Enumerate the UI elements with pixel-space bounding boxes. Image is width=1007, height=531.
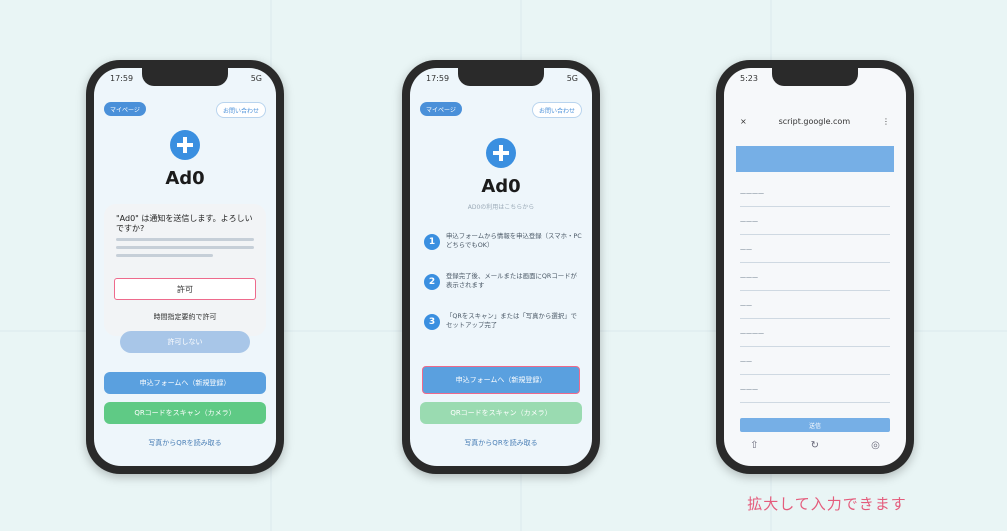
form-button[interactable]: 申込フォームへ（新規登録） <box>104 372 266 394</box>
share-icon[interactable]: ⇧ <box>750 440 758 456</box>
dialog-message <box>116 238 254 272</box>
status-time: 17:59 <box>426 74 450 83</box>
field-label: —— <box>740 246 752 253</box>
mypage-button[interactable]: マイページ <box>420 102 462 116</box>
allow-button[interactable]: 許可 <box>114 278 256 300</box>
step-text: 登録完了後、メールまたは画面にQRコードが表示されます <box>446 272 577 290</box>
app-plus-icon <box>486 138 516 168</box>
step-number: 3 <box>424 314 440 330</box>
form-field[interactable] <box>740 262 890 263</box>
step-number: 2 <box>424 274 440 290</box>
zoom-caption: 拡大して入力できます <box>747 495 907 513</box>
browser-toolbar: ⇧ ↻ ◎ <box>724 440 906 456</box>
phone-notch <box>772 68 858 86</box>
phone-notch <box>142 68 228 86</box>
contact-button[interactable]: お問い合わせ <box>215 102 266 118</box>
browser-header: × script.google.com ⋮ <box>724 108 906 134</box>
field-label: ———— <box>740 330 764 337</box>
step-3: 3 「QRをスキャン」または「写真から選択」でセットアップ完了 <box>424 308 582 356</box>
form-field[interactable] <box>740 234 890 235</box>
url-label: script.google.com <box>778 116 851 126</box>
phone-app-home: 17:59 5G マイページ お問い合わせ Ad0 AD0の利用はこちらから 1… <box>402 60 600 474</box>
phone-notch <box>458 68 544 86</box>
phone-screen: 17:59 5G マイページ お問い合わせ Ad0 AD0の利用はこちらから 1… <box>410 68 592 466</box>
dialog-title: "Ad0" は通知を送信します。よろしいですか? <box>116 214 253 234</box>
photo-qr-link[interactable]: 写真からQRを読み取る <box>94 438 276 448</box>
step-text: 申込フォームから情報を申込登録（スマホ・PCどちらでもOK） <box>446 232 582 250</box>
status-time: 5:23 <box>740 74 758 83</box>
form-field[interactable] <box>740 290 890 291</box>
submit-button[interactable]: 送信 <box>740 418 890 432</box>
app-name: Ad0 <box>165 168 205 189</box>
scan-qr-button[interactable]: QRコードをスキャン（カメラ） <box>104 402 266 424</box>
status-time: 17:59 <box>110 74 134 83</box>
field-label: —— <box>740 358 752 365</box>
phone-notification-permission: 17:59 5G マイページ お問い合わせ Ad0 "Ad0" は通知を送信しま… <box>86 60 284 474</box>
form-field[interactable] <box>740 402 890 403</box>
phone-google-form: 5:23 × script.google.com ⋮ ———— ——— —— —… <box>716 60 914 474</box>
app-name: Ad0 <box>481 176 521 197</box>
form-field[interactable] <box>740 206 890 207</box>
deny-button[interactable]: 許可しない <box>120 331 250 353</box>
form-header-bar <box>736 146 894 172</box>
field-label: —— <box>740 302 752 309</box>
field-label: ——— <box>740 274 758 281</box>
scan-qr-button[interactable]: QRコードをスキャン（カメラ） <box>420 402 582 424</box>
phone-screen: 5:23 × script.google.com ⋮ ———— ——— —— —… <box>724 68 906 466</box>
field-label: ———— <box>740 190 764 197</box>
close-icon[interactable]: × <box>740 117 747 126</box>
scheduled-summary-option[interactable]: 時間指定要約で許可 <box>94 312 276 322</box>
app-subtitle: AD0の利用はこちらから <box>467 204 535 211</box>
phone-screen: 17:59 5G マイページ お問い合わせ Ad0 "Ad0" は通知を送信しま… <box>94 68 276 466</box>
step-text: 「QRをスキャン」または「写真から選択」でセットアップ完了 <box>446 312 577 330</box>
mypage-button[interactable]: マイページ <box>104 102 146 116</box>
step-number: 1 <box>424 234 440 250</box>
reload-icon[interactable]: ↻ <box>811 440 819 456</box>
status-network: 5G <box>566 74 578 83</box>
status-network: 5G <box>250 74 262 83</box>
form-field[interactable] <box>740 374 890 375</box>
photo-qr-link[interactable]: 写真からQRを読み取る <box>410 438 592 448</box>
field-label: ——— <box>740 386 758 393</box>
menu-icon[interactable]: ⋮ <box>882 117 890 126</box>
field-label: ——— <box>740 218 758 225</box>
form-button-highlighted[interactable]: 申込フォームへ（新規登録） <box>422 366 580 394</box>
contact-button[interactable]: お問い合わせ <box>531 102 582 118</box>
app-plus-icon <box>170 130 200 160</box>
form-field[interactable] <box>740 318 890 319</box>
form-field[interactable] <box>740 346 890 347</box>
compass-icon[interactable]: ◎ <box>871 440 880 456</box>
